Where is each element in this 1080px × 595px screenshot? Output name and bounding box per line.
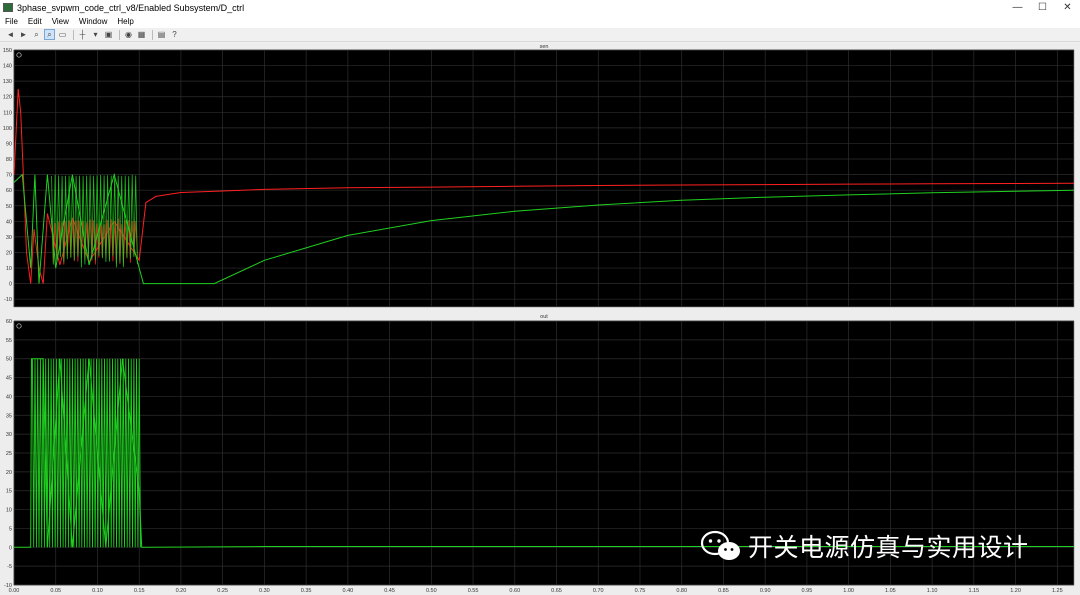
y-tick-label: 0 bbox=[9, 282, 12, 288]
window-controls: — ☐ ✕ bbox=[1005, 0, 1080, 15]
y-tick-label: 80 bbox=[6, 157, 12, 163]
app-icon bbox=[3, 3, 13, 12]
watermark: 开关电源仿真与实用设计 bbox=[700, 528, 1029, 564]
y-tick-label: 90 bbox=[6, 141, 12, 147]
x-tick-label: 0.95 bbox=[802, 588, 813, 594]
maximize-button[interactable]: ☐ bbox=[1030, 0, 1055, 15]
scope-plots: sen1501401301201101009080706050403020100… bbox=[0, 43, 1080, 595]
y-tick-label: 130 bbox=[3, 79, 12, 85]
y-tick-label: 10 bbox=[6, 508, 12, 514]
menu-help[interactable]: Help bbox=[112, 17, 138, 26]
y-tick-label: 30 bbox=[6, 432, 12, 438]
menu-window[interactable]: Window bbox=[74, 17, 112, 26]
signal-select-icon[interactable]: ▦ bbox=[136, 29, 147, 40]
x-tick-label: 0.00 bbox=[9, 588, 20, 594]
dropdown-icon[interactable]: ▾ bbox=[90, 29, 101, 40]
x-tick-label: 1.05 bbox=[885, 588, 896, 594]
x-tick-label: 1.25 bbox=[1052, 588, 1063, 594]
title-bar: 3phase_svpwm_code_ctrl_v8/Enabled Subsys… bbox=[0, 0, 1080, 15]
y-tick-label: 100 bbox=[3, 126, 12, 132]
toolbar-separator bbox=[73, 30, 74, 40]
menu-bar: File Edit View Window Help bbox=[0, 15, 1080, 28]
minimize-button[interactable]: — bbox=[1005, 0, 1030, 15]
y-tick-label: 0 bbox=[9, 545, 12, 551]
y-tick-label: 35 bbox=[6, 413, 12, 419]
properties-icon[interactable]: ▤ bbox=[156, 29, 167, 40]
x-tick-label: 0.80 bbox=[676, 588, 687, 594]
x-tick-label: 0.35 bbox=[301, 588, 312, 594]
menu-edit[interactable]: Edit bbox=[23, 17, 47, 26]
zoom-x-icon[interactable]: ⌕ bbox=[44, 29, 55, 40]
cursor-icon[interactable]: ┼ bbox=[77, 29, 88, 40]
y-tick-label: 20 bbox=[6, 250, 12, 256]
x-tick-label: 0.10 bbox=[92, 588, 103, 594]
y-tick-label: 20 bbox=[6, 470, 12, 476]
x-tick-label: 0.75 bbox=[635, 588, 646, 594]
scope-area: sen 150 140 130 120 110 100 90 80 70 60 50 40 30 20 10 0… bbox=[0, 43, 1080, 595]
toolbar-separator bbox=[119, 30, 120, 40]
zoom-icon[interactable]: ⌕ bbox=[31, 29, 42, 40]
toolbar: ◄ ► ⌕ ⌕ ▭ ┼ ▾ ▣ ◉ ▦ ▤? bbox=[0, 28, 1080, 42]
x-tick-label: 0.45 bbox=[384, 588, 395, 594]
plot-sen-area[interactable] bbox=[14, 50, 1074, 307]
y-tick-label: -10 bbox=[4, 297, 12, 303]
menu-file[interactable]: File bbox=[0, 17, 23, 26]
watermark-text: 开关电源仿真与实用设计 bbox=[748, 528, 1029, 564]
y-tick-label: 70 bbox=[6, 173, 12, 179]
x-tick-label: 0.60 bbox=[509, 588, 520, 594]
x-tick-label: 0.25 bbox=[217, 588, 228, 594]
highlight-icon[interactable]: ◉ bbox=[123, 29, 134, 40]
plot-out-title: out bbox=[540, 314, 548, 320]
x-tick-label: 0.05 bbox=[50, 588, 61, 594]
y-tick-label: 60 bbox=[6, 188, 12, 194]
x-tick-label: 1.20 bbox=[1010, 588, 1021, 594]
y-tick-label: 150 bbox=[3, 48, 12, 54]
y-tick-label: 60 bbox=[6, 319, 12, 325]
autoscale-icon[interactable]: ▭ bbox=[57, 29, 68, 40]
y-tick-label: 40 bbox=[6, 219, 12, 225]
plot-sen-title: sen bbox=[540, 44, 549, 50]
x-tick-label: 0.15 bbox=[134, 588, 145, 594]
x-tick-label: 0.70 bbox=[593, 588, 604, 594]
y-tick-label: 110 bbox=[3, 110, 12, 116]
y-tick-label: 50 bbox=[6, 204, 12, 210]
close-button[interactable]: ✕ bbox=[1055, 0, 1080, 15]
display-icon[interactable]: ▣ bbox=[103, 29, 114, 40]
y-tick-label: 25 bbox=[6, 451, 12, 457]
x-tick-label: 0.20 bbox=[176, 588, 187, 594]
window-title: 3phase_svpwm_code_ctrl_v8/Enabled Subsys… bbox=[17, 3, 244, 13]
y-tick-label: 15 bbox=[6, 489, 12, 495]
y-tick-label: -5 bbox=[7, 564, 12, 570]
x-tick-label: 0.50 bbox=[426, 588, 437, 594]
x-tick-label: 1.15 bbox=[968, 588, 979, 594]
y-tick-label: 120 bbox=[3, 95, 12, 101]
x-tick-label: 0.85 bbox=[718, 588, 729, 594]
forward-icon[interactable]: ► bbox=[18, 29, 29, 40]
y-tick-label: 50 bbox=[6, 357, 12, 363]
x-tick-label: 0.30 bbox=[259, 588, 270, 594]
y-tick-label: 40 bbox=[6, 394, 12, 400]
x-tick-label: 0.90 bbox=[760, 588, 771, 594]
x-tick-label: 0.65 bbox=[551, 588, 562, 594]
y-tick-label: 10 bbox=[6, 266, 12, 272]
y-tick-label: 5 bbox=[9, 526, 12, 532]
y-tick-label: 45 bbox=[6, 376, 12, 382]
x-tick-label: 0.40 bbox=[342, 588, 353, 594]
help-icon[interactable]: ? bbox=[169, 29, 180, 40]
menu-view[interactable]: View bbox=[47, 17, 74, 26]
y-tick-label: 30 bbox=[6, 235, 12, 241]
y-tick-label: 55 bbox=[6, 338, 12, 344]
y-tick-label: 140 bbox=[3, 64, 12, 70]
wechat-icon bbox=[700, 529, 742, 563]
x-tick-label: 1.10 bbox=[927, 588, 938, 594]
x-tick-label: 1.00 bbox=[843, 588, 854, 594]
back-icon[interactable]: ◄ bbox=[5, 29, 16, 40]
toolbar-separator bbox=[152, 30, 153, 40]
x-tick-label: 0.55 bbox=[468, 588, 479, 594]
